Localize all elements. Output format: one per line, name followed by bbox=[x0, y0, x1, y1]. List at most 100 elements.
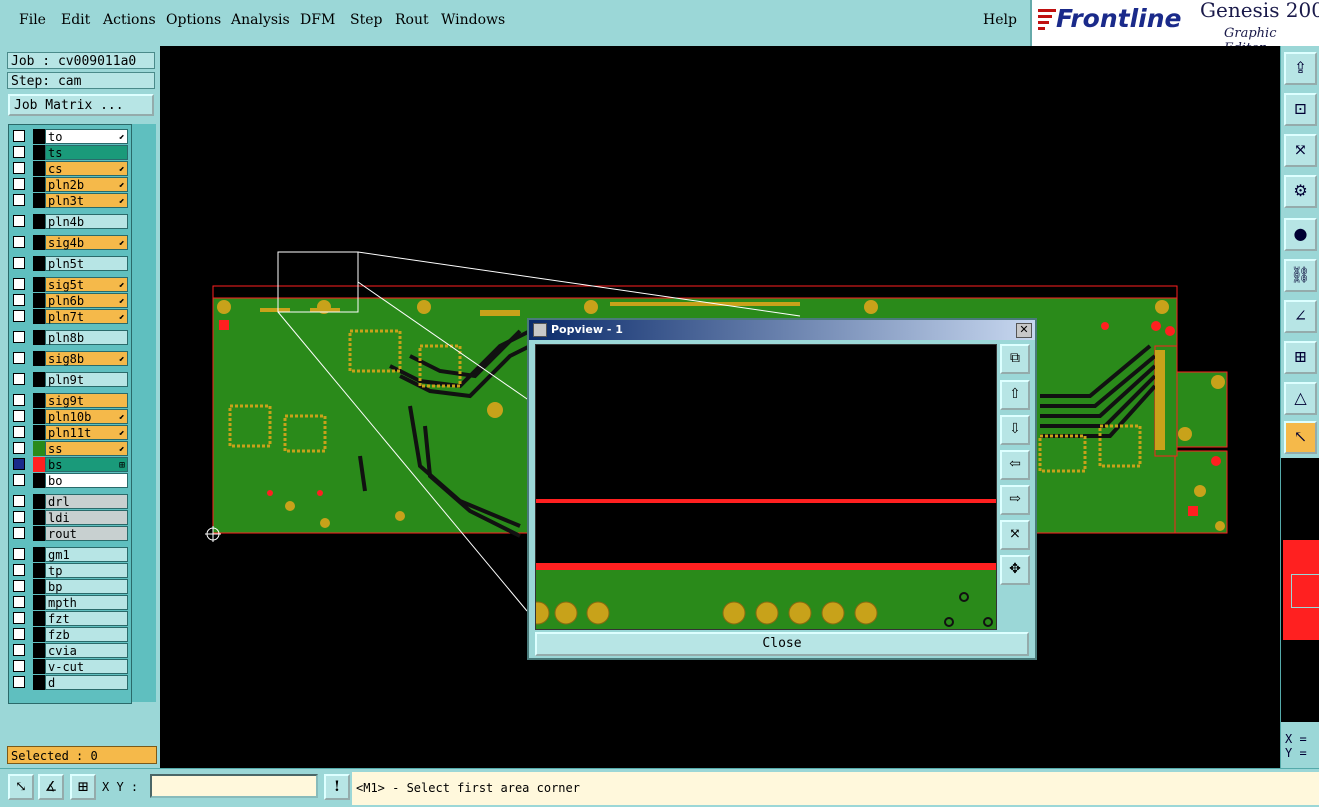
layer-list-scrollbar[interactable] bbox=[132, 124, 156, 702]
layer-color-swatch[interactable] bbox=[33, 161, 45, 176]
layer-row[interactable]: to ⬋ bbox=[11, 129, 129, 144]
layer-name[interactable]: drl bbox=[45, 494, 128, 509]
layer-color-swatch[interactable] bbox=[33, 643, 45, 658]
layer-checkbox[interactable] bbox=[13, 162, 25, 174]
layer-row[interactable]: ts bbox=[11, 145, 129, 160]
menu-windows[interactable]: Windows bbox=[441, 12, 505, 28]
layer-color-swatch[interactable] bbox=[33, 193, 45, 208]
triangle-tool-button[interactable]: △ bbox=[1284, 382, 1317, 415]
layer-color-swatch[interactable] bbox=[33, 177, 45, 192]
popview-pan-right-button[interactable]: ⇨ bbox=[1000, 485, 1030, 515]
layer-color-swatch[interactable] bbox=[33, 293, 45, 308]
layer-row[interactable]: sig5t ⬋ bbox=[11, 277, 129, 292]
layer-color-swatch[interactable] bbox=[33, 473, 45, 488]
settings-tool-button[interactable]: ⚙ bbox=[1284, 175, 1317, 208]
layer-checkbox[interactable] bbox=[13, 130, 25, 142]
layer-row[interactable]: drl bbox=[11, 494, 129, 509]
layer-name[interactable]: to ⬋ bbox=[45, 129, 128, 144]
mini-view[interactable] bbox=[1281, 458, 1319, 722]
layer-name[interactable]: d bbox=[45, 675, 128, 690]
layer-checkbox[interactable] bbox=[13, 331, 25, 343]
menu-help[interactable]: Help bbox=[983, 12, 1017, 28]
measure-tool-button[interactable]: ∠ bbox=[1284, 300, 1317, 333]
layer-checkbox[interactable] bbox=[13, 394, 25, 406]
popview-pan-left-button[interactable]: ⇦ bbox=[1000, 450, 1030, 480]
layer-color-swatch[interactable] bbox=[33, 330, 45, 345]
pointer-tool-button[interactable]: ↖ bbox=[1284, 421, 1317, 454]
layer-color-swatch[interactable] bbox=[33, 563, 45, 578]
layer-row[interactable]: pln3t ⬋ bbox=[11, 193, 129, 208]
layer-name[interactable]: sig9t bbox=[45, 393, 128, 408]
layer-checkbox[interactable] bbox=[13, 373, 25, 385]
layer-row[interactable]: pln4b bbox=[11, 214, 129, 229]
zoom-home-button[interactable]: ⇪ bbox=[1284, 52, 1317, 85]
layer-row[interactable]: cvia bbox=[11, 643, 129, 658]
layer-checkbox[interactable] bbox=[13, 596, 25, 608]
menu-edit[interactable]: Edit bbox=[61, 12, 90, 28]
job-matrix-button[interactable]: Job Matrix ... bbox=[8, 94, 154, 116]
layer-checkbox[interactable] bbox=[13, 612, 25, 624]
layer-color-swatch[interactable] bbox=[33, 309, 45, 324]
layer-row[interactable]: pln11t ⬋ bbox=[11, 425, 129, 440]
zoom-in-button[interactable]: ⊡ bbox=[1284, 93, 1317, 126]
layer-row[interactable]: pln8b bbox=[11, 330, 129, 345]
layer-name[interactable]: rout bbox=[45, 526, 128, 541]
layer-checkbox[interactable] bbox=[13, 178, 25, 190]
layer-name[interactable]: mpth bbox=[45, 595, 128, 610]
layer-row[interactable]: mpth bbox=[11, 595, 129, 610]
layer-checkbox[interactable] bbox=[13, 310, 25, 322]
popview-pan-down-button[interactable]: ⇩ bbox=[1000, 415, 1030, 445]
layer-name[interactable]: sig5t ⬋ bbox=[45, 277, 128, 292]
layer-color-swatch[interactable] bbox=[33, 256, 45, 271]
layer-name[interactable]: ldi bbox=[45, 510, 128, 525]
layer-checkbox[interactable] bbox=[13, 442, 25, 454]
layer-color-swatch[interactable] bbox=[33, 579, 45, 594]
layer-name[interactable]: ts bbox=[45, 145, 128, 160]
layer-name[interactable]: pln8b bbox=[45, 330, 128, 345]
layer-color-swatch[interactable] bbox=[33, 277, 45, 292]
layer-row[interactable]: bo bbox=[11, 473, 129, 488]
layer-row[interactable]: pln2b ⬋ bbox=[11, 177, 129, 192]
layer-checkbox[interactable] bbox=[13, 215, 25, 227]
layer-checkbox[interactable] bbox=[13, 644, 25, 656]
layer-row[interactable]: bs ⊞ bbox=[11, 457, 129, 472]
layer-color-swatch[interactable] bbox=[33, 129, 45, 144]
layer-checkbox[interactable] bbox=[13, 294, 25, 306]
layer-row[interactable]: bp bbox=[11, 579, 129, 594]
layer-checkbox[interactable] bbox=[13, 236, 25, 248]
popview-zoom-out-button[interactable]: ✥ bbox=[1000, 555, 1030, 585]
layer-color-swatch[interactable] bbox=[33, 441, 45, 456]
layer-checkbox[interactable] bbox=[13, 564, 25, 576]
warning-button[interactable]: ! bbox=[324, 774, 350, 800]
layer-name[interactable]: cs ⬋ bbox=[45, 161, 128, 176]
layer-checkbox[interactable] bbox=[13, 676, 25, 688]
menu-analysis[interactable]: Analysis bbox=[231, 12, 290, 28]
layer-color-swatch[interactable] bbox=[33, 627, 45, 642]
layer-name[interactable]: pln5t bbox=[45, 256, 128, 271]
layer-name[interactable]: tp bbox=[45, 563, 128, 578]
layer-row[interactable]: ldi bbox=[11, 510, 129, 525]
layer-name[interactable]: bs ⊞ bbox=[45, 457, 128, 472]
layer-row[interactable]: pln10b ⬋ bbox=[11, 409, 129, 424]
snap-tool-button[interactable]: ⊞ bbox=[1284, 341, 1317, 374]
layer-name[interactable]: bo bbox=[45, 473, 128, 488]
layer-row[interactable]: sig8b ⬋ bbox=[11, 351, 129, 366]
window-menu-icon[interactable] bbox=[533, 323, 547, 337]
menu-file[interactable]: File bbox=[19, 12, 46, 28]
layer-color-swatch[interactable] bbox=[33, 409, 45, 424]
resize-tool-button[interactable]: ⤡ bbox=[8, 774, 34, 800]
layer-row[interactable]: gm1 bbox=[11, 547, 129, 562]
layer-color-swatch[interactable] bbox=[33, 595, 45, 610]
layer-color-swatch[interactable] bbox=[33, 351, 45, 366]
layer-checkbox[interactable] bbox=[13, 580, 25, 592]
layer-color-swatch[interactable] bbox=[33, 611, 45, 626]
layer-checkbox[interactable] bbox=[13, 458, 25, 470]
menu-step[interactable]: Step bbox=[350, 12, 382, 28]
popview-titlebar[interactable]: Popview - 1 ✕ bbox=[529, 320, 1035, 340]
grid-tool-button[interactable]: ⊞ bbox=[70, 774, 96, 800]
layer-checkbox[interactable] bbox=[13, 426, 25, 438]
layer-name[interactable]: pln4b bbox=[45, 214, 128, 229]
layer-name[interactable]: pln2b ⬋ bbox=[45, 177, 128, 192]
layer-checkbox[interactable] bbox=[13, 548, 25, 560]
menu-actions[interactable]: Actions bbox=[103, 12, 156, 28]
